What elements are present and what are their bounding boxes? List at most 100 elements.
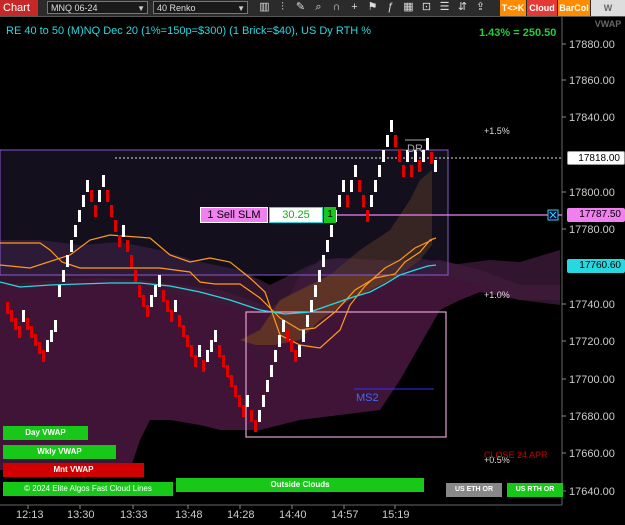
renko-brick xyxy=(238,395,241,407)
renko-brick xyxy=(306,315,309,327)
renko-brick xyxy=(114,220,117,232)
price-tick: 17700.00 xyxy=(569,374,615,386)
zoom-icon[interactable]: ⌕ xyxy=(312,1,325,14)
current-price-label: 17818.00 xyxy=(567,151,625,165)
renko-brick xyxy=(430,152,433,164)
share-icon[interactable]: ⇪ xyxy=(474,1,487,14)
renko-brick xyxy=(134,270,137,282)
cloud-toggle[interactable]: Cloud xyxy=(527,0,557,16)
renko-brick xyxy=(106,190,109,202)
renko-brick xyxy=(130,255,133,267)
renko-brick xyxy=(206,350,209,362)
template-icon[interactable]: ▦ xyxy=(402,1,415,14)
renko-brick xyxy=(278,335,281,347)
us-rth-or-button[interactable]: US RTH OR xyxy=(507,483,563,497)
renko-brick xyxy=(166,300,169,312)
renko-brick xyxy=(138,285,141,297)
tk-toggle[interactable]: T<>K xyxy=(500,0,526,16)
indicator-icon[interactable]: ƒ xyxy=(384,1,397,14)
renko-brick xyxy=(122,225,125,237)
day-vwap-button[interactable]: Day VWAP xyxy=(3,426,88,440)
renko-brick xyxy=(294,350,297,362)
crosshair-icon[interactable]: + xyxy=(348,1,361,14)
chart-style-icon[interactable]: ⫶ xyxy=(276,1,289,14)
price-tick: 17740.00 xyxy=(569,299,615,311)
renko-brick xyxy=(250,410,253,422)
renko-brick xyxy=(338,195,341,207)
renko-brick xyxy=(62,270,65,282)
wkly-vwap-button[interactable]: Wkly VWAP xyxy=(3,445,116,459)
order-label[interactable]: 1 Sell SLM xyxy=(200,207,268,223)
magnet-icon[interactable]: ∩ xyxy=(330,1,343,14)
price-tick: 17680.00 xyxy=(569,411,615,423)
renko-brick xyxy=(94,205,97,217)
time-label: 13:48 xyxy=(175,509,203,521)
time-label: 14:40 xyxy=(279,509,307,521)
renko-brick xyxy=(410,165,413,177)
renko-brick xyxy=(10,310,13,322)
price-tick: 17840.00 xyxy=(569,112,615,124)
price-tick: 17720.00 xyxy=(569,336,615,348)
renko-brick xyxy=(154,285,157,297)
chart-window: Chart MNQ 06-24 ▼ 40 Renko ▼ ▥ ⫶ ✎ ⌕ ∩ +… xyxy=(0,0,625,525)
fast-cloud-lines-button[interactable]: © 2024 Elite Algos Fast Cloud Lines xyxy=(3,482,173,496)
instrument-selector[interactable]: MNQ 06-24 ▼ xyxy=(47,1,148,14)
renko-brick xyxy=(126,240,129,252)
strategy-icon[interactable]: ⚑ xyxy=(366,1,379,14)
renko-brick xyxy=(258,410,261,422)
renko-brick xyxy=(266,380,269,392)
renko-brick xyxy=(402,165,405,177)
renko-brick xyxy=(78,210,81,222)
renko-brick xyxy=(362,195,365,207)
renko-brick xyxy=(42,350,45,362)
time-label: 13:33 xyxy=(120,509,148,521)
renko-brick xyxy=(374,180,377,192)
order-qty[interactable]: 1 xyxy=(324,207,336,223)
renko-brick xyxy=(182,325,185,337)
renko-brick xyxy=(242,405,245,417)
renko-brick xyxy=(262,395,265,407)
us-eth-or-button[interactable]: US ETH OR xyxy=(446,483,502,497)
instrument-label: MNQ 06-24 xyxy=(51,3,98,13)
renko-brick xyxy=(38,342,41,354)
renko-brick xyxy=(162,290,165,302)
renko-brick xyxy=(202,360,205,372)
renko-brick xyxy=(18,326,21,338)
sort-icon[interactable]: ⇵ xyxy=(456,1,469,14)
renko-brick xyxy=(46,340,49,352)
renko-brick xyxy=(102,175,105,187)
renko-brick xyxy=(14,318,17,330)
pencil-icon[interactable]: ✎ xyxy=(294,1,307,14)
bars-icon[interactable]: ▥ xyxy=(258,1,271,14)
price-tick: 17880.00 xyxy=(569,39,615,51)
bar-type-selector[interactable]: 40 Renko ▼ xyxy=(153,1,248,14)
chart-tab[interactable]: Chart xyxy=(0,0,38,16)
renko-brick xyxy=(66,255,69,267)
renko-brick xyxy=(386,135,389,147)
renko-brick xyxy=(326,240,329,252)
renko-brick xyxy=(158,275,161,287)
vwap-toggle[interactable]: W VWAP xyxy=(591,0,625,29)
renko-brick xyxy=(198,345,201,357)
outside-clouds-button[interactable]: Outside Clouds xyxy=(176,478,424,492)
renko-brick xyxy=(342,180,345,192)
lock-icon[interactable]: ⊡ xyxy=(420,1,433,14)
price-tick: 17860.00 xyxy=(569,75,615,87)
renko-brick xyxy=(286,330,289,342)
renko-brick xyxy=(6,302,9,314)
renko-brick xyxy=(98,190,101,202)
renko-brick xyxy=(318,270,321,282)
renko-brick xyxy=(58,285,61,297)
time-label: 15:19 xyxy=(382,509,410,521)
renko-brick xyxy=(394,135,397,147)
renko-brick xyxy=(382,150,385,162)
price-tick: 17640.00 xyxy=(569,486,615,498)
cloud-price-label: 17760.60 xyxy=(567,259,625,273)
barcol-toggle[interactable]: BarCol xyxy=(558,0,590,16)
list-icon[interactable]: ☰ xyxy=(438,1,451,14)
mnt-vwap-button[interactable]: Mnt VWAP xyxy=(3,463,144,477)
ms2-label: MS2 xyxy=(356,392,379,404)
order-price-field[interactable]: 30.25 xyxy=(269,207,323,223)
renko-brick xyxy=(254,420,257,432)
renko-brick xyxy=(370,195,373,207)
